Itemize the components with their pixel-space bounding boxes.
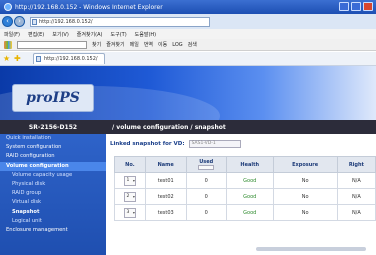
toolbar-item[interactable]: 메일 bbox=[130, 41, 139, 48]
cell-right: N/A bbox=[336, 172, 376, 189]
menu-item-favorites[interactable]: 즐겨찾기(A) bbox=[77, 31, 103, 38]
cell-right: N/A bbox=[336, 204, 376, 221]
sidebar-item-enclosure-management[interactable]: Enclosure management bbox=[0, 226, 106, 235]
cell-name: test01 bbox=[144, 172, 187, 189]
snapshot-table: No. Name Used Health Exposure Right 1 te… bbox=[114, 156, 376, 221]
toolbar-search-input[interactable] bbox=[17, 40, 87, 49]
windows-logo-icon bbox=[4, 40, 12, 49]
menu-item-tools[interactable]: 도구(T) bbox=[111, 31, 127, 38]
table-header-row: No. Name Used Health Exposure Right bbox=[114, 156, 376, 173]
address-bar: ‹ › http://192.168.0.152/ bbox=[0, 14, 376, 29]
action-bar bbox=[256, 247, 366, 251]
hostname: SR-2156-D152 bbox=[28, 123, 78, 131]
table-row[interactable]: 1 test01 0 Good No N/A bbox=[114, 172, 376, 189]
sidebar-item-physical-disk[interactable]: Physical disk bbox=[0, 180, 106, 189]
forward-button[interactable]: › bbox=[14, 16, 25, 27]
browser-tab[interactable]: http://192.168.0.152/ bbox=[33, 53, 105, 64]
tab-title: http://192.168.0.152/ bbox=[44, 56, 98, 62]
menu-item-view[interactable]: 보기(V) bbox=[52, 31, 69, 38]
cell-no: 1 bbox=[114, 172, 146, 189]
header-strip: SR-2156-D152 / volume configuration / sn… bbox=[0, 120, 376, 134]
app-logo: proIPS bbox=[12, 84, 94, 112]
menu-item-help[interactable]: 도움말(H) bbox=[135, 31, 156, 38]
toolbar-item[interactable]: 이동 bbox=[158, 41, 167, 48]
main-content: Linked snapshot for VD: SAS1-VD-1 No. Na… bbox=[106, 134, 376, 255]
cell-name: test03 bbox=[144, 204, 187, 221]
used-unit-select[interactable] bbox=[198, 165, 215, 170]
sidebar-item-raid-configuration[interactable]: RAID configuration bbox=[0, 152, 106, 161]
linked-snapshot-label: Linked snapshot for VD: bbox=[110, 141, 185, 147]
toolbar-item[interactable]: 검색 bbox=[188, 41, 197, 48]
cell-right: N/A bbox=[336, 188, 376, 205]
sidebar-item-volume-capacity-usage[interactable]: Volume capacity usage bbox=[0, 171, 106, 180]
sidebar-item-system-configuration[interactable]: System configuration bbox=[0, 143, 106, 152]
cell-used: 0 bbox=[185, 172, 227, 189]
cell-used: 0 bbox=[185, 204, 227, 221]
cell-exposure: No bbox=[272, 204, 338, 221]
page-icon bbox=[32, 18, 37, 25]
app-header: proIPS bbox=[0, 66, 376, 120]
favorites-bar: ★ ✚ http://192.168.0.152/ bbox=[0, 52, 376, 66]
cell-health: Good bbox=[225, 172, 274, 189]
menu-bar: 파일(F) 편집(E) 보기(V) 즐겨찾기(A) 도구(T) 도움말(H) bbox=[0, 29, 376, 39]
menu-item-file[interactable]: 파일(F) bbox=[4, 31, 20, 38]
table-row[interactable]: 2 test02 0 Good No N/A bbox=[114, 188, 376, 205]
used-header-label: Used bbox=[199, 159, 214, 165]
cell-no: 3 bbox=[114, 204, 146, 221]
back-button[interactable]: ‹ bbox=[2, 16, 13, 27]
sidebar: Quick installation System configuration … bbox=[0, 134, 106, 255]
favorites-star-icon[interactable]: ★ bbox=[3, 54, 11, 63]
toolbar: 찾기 즐겨찾기 메일 번역 이동 LOG 검색 bbox=[0, 39, 376, 51]
column-header-right: Right bbox=[336, 156, 376, 173]
sidebar-item-logical-unit[interactable]: Logical unit bbox=[0, 217, 106, 226]
column-header-health: Health bbox=[225, 156, 274, 173]
minimize-button[interactable] bbox=[339, 2, 349, 11]
add-favorite-icon[interactable]: ✚ bbox=[14, 54, 22, 63]
vd-select[interactable]: SAS1-VD-1 bbox=[188, 140, 241, 148]
toolbar-item[interactable]: 즐겨찾기 bbox=[106, 41, 124, 48]
toolbar-item[interactable]: 찾기 bbox=[92, 41, 101, 48]
column-header-used: Used bbox=[185, 156, 227, 173]
row-action-select[interactable]: 1 bbox=[123, 175, 136, 186]
sidebar-item-snapshot[interactable]: Snapshot bbox=[0, 208, 106, 217]
window-title: http://192.168.0.152 - Windows Internet … bbox=[15, 3, 163, 11]
sidebar-item-volume-configuration[interactable]: Volume configuration bbox=[0, 161, 106, 171]
tab-page-icon bbox=[36, 56, 41, 62]
cell-no: 2 bbox=[114, 188, 146, 205]
maximize-button[interactable] bbox=[351, 2, 361, 11]
toolbar-item[interactable]: 번역 bbox=[144, 41, 153, 48]
cell-health: Good bbox=[225, 204, 274, 221]
title-bar: http://192.168.0.152 - Windows Internet … bbox=[0, 0, 376, 14]
column-header-no: No. bbox=[114, 156, 146, 173]
cell-health: Good bbox=[225, 188, 274, 205]
linked-snapshot-row: Linked snapshot for VD: SAS1-VD-1 bbox=[110, 140, 241, 148]
sidebar-item-quick-installation[interactable]: Quick installation bbox=[0, 134, 106, 143]
url-text: http://192.168.0.152/ bbox=[39, 18, 93, 25]
table-row[interactable]: 3 test03 0 Good No N/A bbox=[114, 204, 376, 221]
breadcrumb: / volume configuration / snapshot bbox=[112, 123, 226, 131]
window-controls bbox=[339, 2, 373, 11]
menu-item-edit[interactable]: 편집(E) bbox=[28, 31, 44, 38]
toolbar-item[interactable]: LOG bbox=[172, 42, 182, 48]
ie-icon bbox=[4, 3, 12, 11]
cell-name: test02 bbox=[144, 188, 187, 205]
cell-exposure: No bbox=[272, 172, 338, 189]
sidebar-item-raid-group[interactable]: RAID group bbox=[0, 189, 106, 198]
cell-exposure: No bbox=[272, 188, 338, 205]
cell-used: 0 bbox=[185, 188, 227, 205]
column-header-name: Name bbox=[144, 156, 187, 173]
row-action-select[interactable]: 2 bbox=[123, 191, 136, 202]
close-button[interactable] bbox=[363, 2, 373, 11]
browser-window: http://192.168.0.152 - Windows Internet … bbox=[0, 0, 376, 255]
sidebar-item-virtual-disk[interactable]: Virtual disk bbox=[0, 198, 106, 207]
url-input[interactable]: http://192.168.0.152/ bbox=[30, 16, 210, 27]
row-action-select[interactable]: 3 bbox=[123, 207, 136, 218]
logo-text: proIPS bbox=[26, 90, 80, 106]
column-header-exposure: Exposure bbox=[272, 156, 338, 173]
